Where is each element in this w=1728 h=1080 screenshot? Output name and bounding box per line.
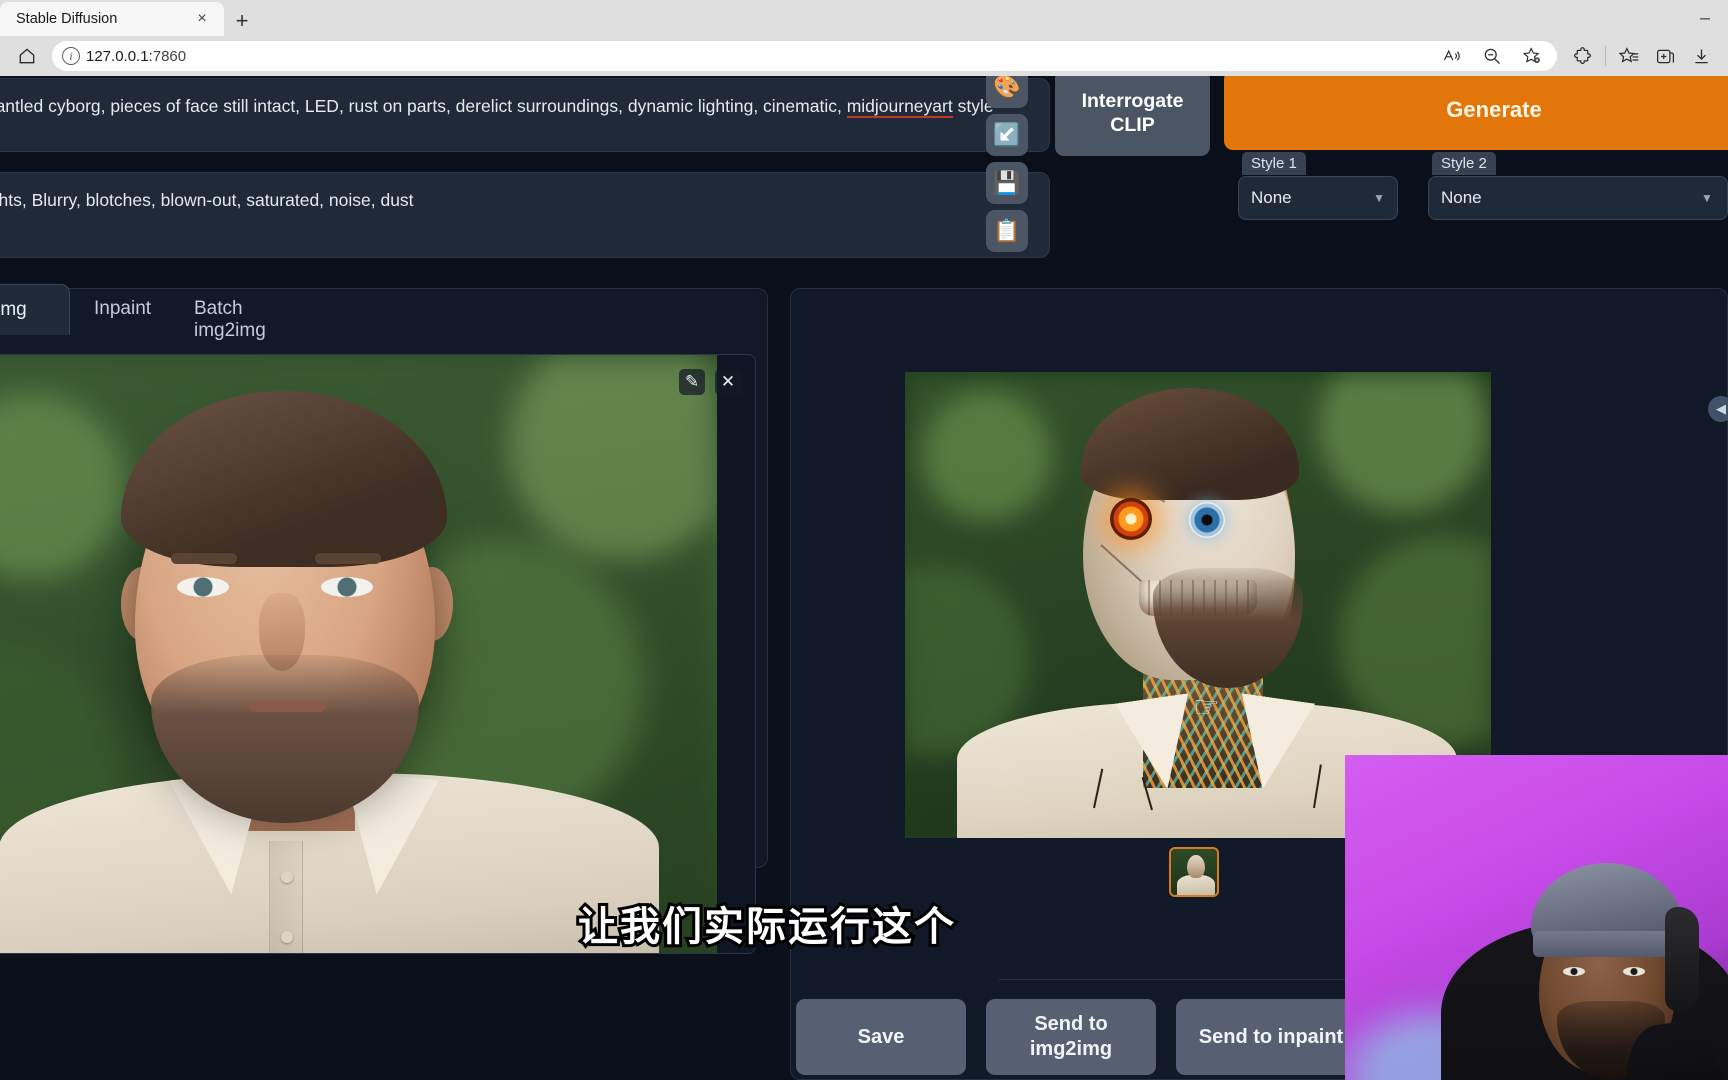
webcam-eye-right	[1623, 967, 1645, 976]
chevron-down-icon: ▼	[1701, 191, 1715, 205]
tab-img2img[interactable]: g2img	[0, 284, 70, 335]
source-button-1	[281, 871, 293, 883]
positive-prompt-text-a: mantled cyborg, pieces of face still int…	[0, 96, 847, 116]
browser-toolbar: i 127.0.0.1:7860	[0, 36, 1728, 76]
result-thumbnail-strip	[1169, 847, 1219, 897]
clipboard-icon[interactable]: 📋	[986, 210, 1028, 252]
add-favorite-icon[interactable]	[1515, 41, 1549, 71]
source-image-actions: ✎ ✕	[679, 369, 741, 395]
palette-icon[interactable]: 🎨	[986, 76, 1028, 108]
site-info-icon[interactable]: i	[62, 47, 80, 65]
edit-icon[interactable]: ✎	[679, 369, 705, 395]
send-to-img2img-line1: Send to	[1030, 1012, 1112, 1037]
save-button[interactable]: Save	[796, 999, 966, 1075]
window-controls: ─	[1682, 0, 1728, 36]
source-mouth	[249, 701, 325, 712]
negative-prompt-input[interactable]: lights, Blurry, blotches, blown-out, sat…	[0, 172, 1050, 258]
source-image	[0, 355, 717, 954]
interrogate-clip-line2: CLIP	[1110, 113, 1154, 137]
tab-title: Stable Diffusion	[16, 11, 190, 27]
result-action-buttons: Save Send to img2img Send to inpaint	[796, 999, 1366, 1075]
style-1-label: Style 1	[1242, 152, 1306, 175]
send-to-img2img-line2: img2img	[1030, 1037, 1112, 1062]
floppy-disk-icon[interactable]: 💾	[986, 162, 1028, 204]
style-2-value: None	[1441, 188, 1482, 208]
send-to-inpaint-button[interactable]: Send to inpaint	[1176, 999, 1366, 1075]
address-bar[interactable]: i 127.0.0.1:7860	[52, 41, 1557, 71]
read-aloud-icon[interactable]	[1435, 41, 1469, 71]
home-icon[interactable]	[10, 41, 44, 71]
thumbnail-head	[1187, 855, 1205, 878]
chevron-down-icon: ▼	[1373, 191, 1385, 205]
source-button-2	[281, 931, 293, 943]
style-1-dropdown[interactable]: None ▼	[1238, 176, 1398, 220]
source-brow-left	[171, 553, 237, 564]
url-text: 127.0.0.1:7860	[86, 48, 1429, 65]
style-2-label: Style 2	[1432, 152, 1496, 175]
source-eye-left	[177, 577, 229, 597]
cyborg-eye-left-glowing	[1110, 498, 1152, 540]
webcam-headphones	[1665, 907, 1699, 1011]
source-brow-right	[315, 553, 381, 564]
send-to-img2img-button[interactable]: Send to img2img	[986, 999, 1156, 1075]
browser-chrome: Stable Diffusion × + ─ i 127.0.0.1:7860	[0, 0, 1728, 76]
subtitle-caption: 让我们实际运行这个	[578, 894, 956, 952]
zoom-out-icon[interactable]	[1475, 41, 1509, 71]
favorites-icon[interactable]	[1612, 41, 1646, 71]
extensions-icon[interactable]	[1565, 41, 1599, 71]
tab-inpaint[interactable]: Inpaint	[72, 284, 173, 334]
result-thumbnail[interactable]	[1169, 847, 1219, 897]
source-image-dropzone[interactable]: ✎ ✕	[0, 354, 756, 954]
browser-tab[interactable]: Stable Diffusion ×	[0, 2, 224, 36]
style-2-dropdown[interactable]: None ▼	[1428, 176, 1728, 220]
downloads-icon[interactable]	[1684, 41, 1718, 71]
prompt-tool-column: 🎨 ↙️ 💾 📋	[986, 76, 1028, 252]
interrogate-clip-button[interactable]: Interrogate CLIP	[1055, 76, 1210, 156]
stable-diffusion-webui: mantled cyborg, pieces of face still int…	[0, 76, 1728, 1080]
style-1-value: None	[1251, 188, 1292, 208]
positive-prompt-input[interactable]: mantled cyborg, pieces of face still int…	[0, 78, 1050, 152]
thumbnail-body	[1177, 875, 1215, 897]
collapse-sidebar-handle[interactable]: ◀	[1708, 396, 1728, 422]
webcam-overlay	[1345, 755, 1728, 1080]
misspelled-word: midjourneyart	[847, 96, 953, 118]
source-eye-right	[321, 577, 373, 597]
tab-strip: Stable Diffusion × + ─	[0, 0, 1728, 36]
arrow-box-icon[interactable]: ↙️	[986, 114, 1028, 156]
webcam-beanie-band	[1533, 931, 1683, 957]
interrogate-clip-line1: Interrogate	[1082, 89, 1184, 113]
cyborg-eye-right	[1189, 502, 1225, 538]
close-icon[interactable]: ✕	[715, 369, 741, 395]
webcam-eye-left	[1563, 967, 1585, 976]
tab-batch-img2img[interactable]: Batch img2img	[172, 284, 288, 356]
generate-button[interactable]: Generate	[1224, 76, 1728, 150]
minimize-button[interactable]: ─	[1682, 1, 1728, 35]
new-tab-button[interactable]: +	[224, 6, 260, 36]
close-icon[interactable]: ×	[190, 7, 214, 31]
toolbar-divider	[1605, 46, 1606, 66]
collections-icon[interactable]	[1648, 41, 1682, 71]
